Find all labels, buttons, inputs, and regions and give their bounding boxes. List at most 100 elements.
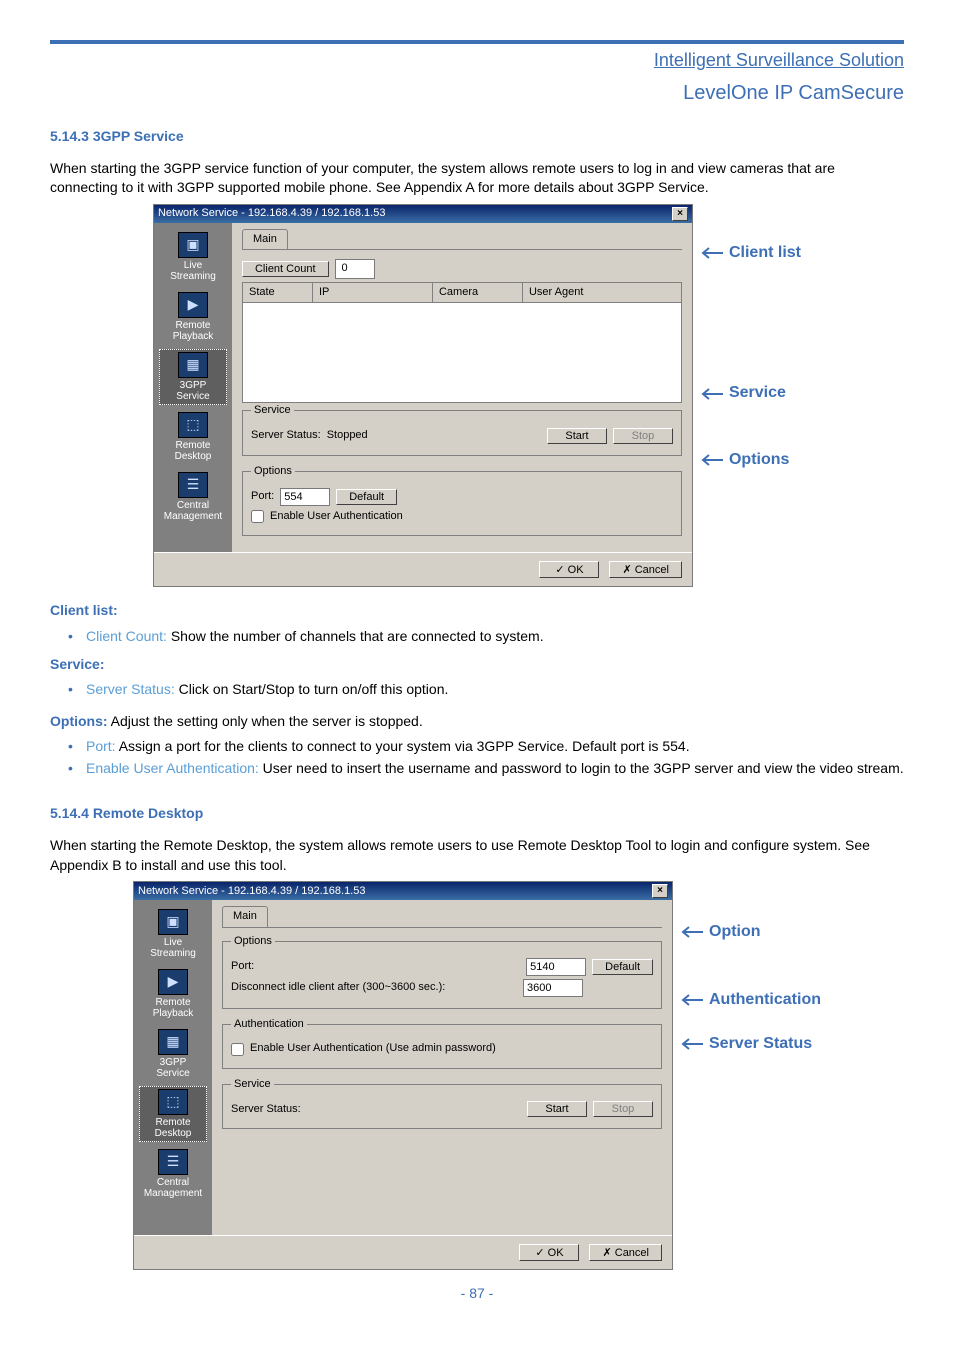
sidebar-item-label: Central Management bbox=[142, 1177, 204, 1199]
def-client-count: Client Count: Show the number of channel… bbox=[68, 627, 904, 647]
sidebar-item-label: Live Streaming bbox=[142, 937, 204, 959]
close-icon[interactable]: × bbox=[652, 884, 668, 898]
server-status-value: Stopped bbox=[327, 428, 368, 443]
enable-auth-checkbox[interactable] bbox=[231, 1043, 244, 1056]
dialog-3gpp: Network Service - 192.168.4.39 / 192.168… bbox=[153, 204, 693, 587]
col-user-agent: User Agent bbox=[523, 283, 681, 302]
sidebar-item-label: Remote Playback bbox=[162, 320, 224, 342]
sidebar-item-remote-desktop[interactable]: ⬚ Remote Desktop bbox=[159, 409, 227, 465]
enable-auth-label: Enable User Authentication bbox=[270, 509, 403, 524]
desktop-icon: ⬚ bbox=[158, 1089, 188, 1115]
sidebar-item-label: Central Management bbox=[162, 500, 224, 522]
cancel-button[interactable]: ✗ Cancel bbox=[589, 1244, 662, 1261]
options-group: Options Port: Default Enable User Authen… bbox=[242, 464, 682, 537]
close-icon[interactable]: × bbox=[672, 207, 688, 221]
stop-button[interactable]: Stop bbox=[613, 428, 673, 444]
service-legend: Service bbox=[251, 403, 294, 418]
titlebar: Network Service - 192.168.4.39 / 192.168… bbox=[154, 205, 692, 223]
doc-header-line2: LevelOne IP CamSecure bbox=[50, 79, 904, 107]
server-status-label: Server Status: bbox=[251, 428, 321, 443]
annotation-authentication: Authentication bbox=[679, 989, 821, 1011]
sidebar-item-central-management[interactable]: ☰ Central Management bbox=[139, 1146, 207, 1202]
cancel-button[interactable]: ✗ Cancel bbox=[609, 561, 682, 578]
list-icon: ☰ bbox=[178, 472, 208, 498]
default-button[interactable]: Default bbox=[336, 489, 397, 505]
sidebar-item-remote-playback[interactable]: ▶ Remote Playback bbox=[139, 966, 207, 1022]
port-label: Port: bbox=[251, 489, 274, 504]
sidebar-item-remote-desktop[interactable]: ⬚ Remote Desktop bbox=[139, 1086, 207, 1142]
section-heading-3gpp: 5.14.3 3GPP Service bbox=[50, 127, 904, 147]
col-ip: IP bbox=[313, 283, 433, 302]
service-group: Service Server Status: Start Stop bbox=[222, 1077, 662, 1129]
camera-icon: ▣ bbox=[178, 232, 208, 258]
sidebar-item-label: 3GPP Service bbox=[142, 1057, 204, 1079]
idle-label: Disconnect idle client after (300~3600 s… bbox=[231, 980, 517, 995]
section-intro-remote-desktop: When starting the Remote Desktop, the sy… bbox=[50, 836, 904, 875]
dialog-remote-desktop: Network Service - 192.168.4.39 / 192.168… bbox=[133, 881, 673, 1270]
section-heading-remote-desktop: 5.14.4 Remote Desktop bbox=[50, 804, 904, 824]
col-camera: Camera bbox=[433, 283, 523, 302]
sidebar-item-central-management[interactable]: ☰ Central Management bbox=[159, 469, 227, 525]
default-button[interactable]: Default bbox=[592, 959, 653, 975]
auth-legend: Authentication bbox=[231, 1017, 307, 1032]
options-legend: Options bbox=[231, 934, 275, 949]
port-input[interactable] bbox=[280, 488, 330, 506]
ok-button[interactable]: ✓ OK bbox=[519, 1244, 579, 1261]
def-service-label: Service: bbox=[50, 656, 104, 672]
desktop-icon: ⬚ bbox=[178, 412, 208, 438]
sidebar-item-label: 3GPP Service bbox=[162, 380, 224, 402]
sidebar: ▣ Live Streaming ▶ Remote Playback ▦ 3GP… bbox=[134, 900, 212, 1235]
list-icon: ☰ bbox=[158, 1149, 188, 1175]
titlebar: Network Service - 192.168.4.39 / 192.168… bbox=[134, 882, 672, 900]
sidebar-item-live-streaming[interactable]: ▣ Live Streaming bbox=[139, 906, 207, 962]
page-number: - 87 - bbox=[50, 1284, 904, 1304]
start-button[interactable]: Start bbox=[527, 1101, 587, 1117]
enable-auth-checkbox[interactable] bbox=[251, 510, 264, 523]
ok-button[interactable]: ✓ OK bbox=[539, 561, 599, 578]
def-options-line: Options: Adjust the setting only when th… bbox=[50, 712, 904, 732]
window-title: Network Service - 192.168.4.39 / 192.168… bbox=[138, 884, 365, 899]
port-input[interactable] bbox=[526, 958, 586, 976]
annotation-server-status: Server Status bbox=[679, 1033, 821, 1055]
doc-header-line1: Intelligent Surveillance Solution bbox=[50, 48, 904, 75]
sidebar-item-label: Remote Desktop bbox=[142, 1117, 204, 1139]
client-list-body[interactable] bbox=[242, 303, 682, 403]
annotation-options: Options bbox=[699, 449, 801, 471]
sidebar-item-3gpp-service[interactable]: ▦ 3GPP Service bbox=[139, 1026, 207, 1082]
sidebar-item-label: Remote Desktop bbox=[162, 440, 224, 462]
sidebar-item-remote-playback[interactable]: ▶ Remote Playback bbox=[159, 289, 227, 345]
sidebar: ▣ Live Streaming ▶ Remote Playback ▦ 3GP… bbox=[154, 223, 232, 552]
section-intro-3gpp: When starting the 3GPP service function … bbox=[50, 159, 904, 198]
client-list-header: State IP Camera User Agent bbox=[242, 282, 682, 303]
play-icon: ▶ bbox=[158, 969, 188, 995]
start-button[interactable]: Start bbox=[547, 428, 607, 444]
tab-main[interactable]: Main bbox=[222, 906, 268, 926]
annotation-service: Service bbox=[699, 382, 801, 404]
port-label: Port: bbox=[231, 959, 520, 974]
client-count-value: 0 bbox=[335, 259, 375, 278]
server-status-label: Server Status: bbox=[231, 1102, 301, 1117]
def-enable-auth: Enable User Authentication: User need to… bbox=[68, 759, 904, 779]
annotation-client-list: Client list bbox=[699, 242, 801, 264]
def-server-status: Server Status: Click on Start/Stop to tu… bbox=[68, 680, 904, 700]
tab-main[interactable]: Main bbox=[242, 229, 288, 249]
auth-group: Authentication Enable User Authenticatio… bbox=[222, 1017, 662, 1069]
stop-button[interactable]: Stop bbox=[593, 1101, 653, 1117]
client-count-button[interactable]: Client Count bbox=[242, 261, 329, 277]
def-client-list-label: Client list: bbox=[50, 602, 118, 618]
idle-input[interactable] bbox=[523, 979, 583, 997]
def-port: Port: Assign a port for the clients to c… bbox=[68, 737, 904, 757]
grid-icon: ▦ bbox=[178, 352, 208, 378]
window-title: Network Service - 192.168.4.39 / 192.168… bbox=[158, 206, 385, 221]
service-group: Service Server Status: Stopped Start Sto… bbox=[242, 403, 682, 455]
sidebar-item-3gpp-service[interactable]: ▦ 3GPP Service bbox=[159, 349, 227, 405]
service-legend: Service bbox=[231, 1077, 274, 1092]
grid-icon: ▦ bbox=[158, 1029, 188, 1055]
options-legend: Options bbox=[251, 464, 295, 479]
col-state: State bbox=[243, 283, 313, 302]
sidebar-item-label: Live Streaming bbox=[162, 260, 224, 282]
sidebar-item-label: Remote Playback bbox=[142, 997, 204, 1019]
annotation-option: Option bbox=[679, 921, 821, 943]
sidebar-item-live-streaming[interactable]: ▣ Live Streaming bbox=[159, 229, 227, 285]
play-icon: ▶ bbox=[178, 292, 208, 318]
